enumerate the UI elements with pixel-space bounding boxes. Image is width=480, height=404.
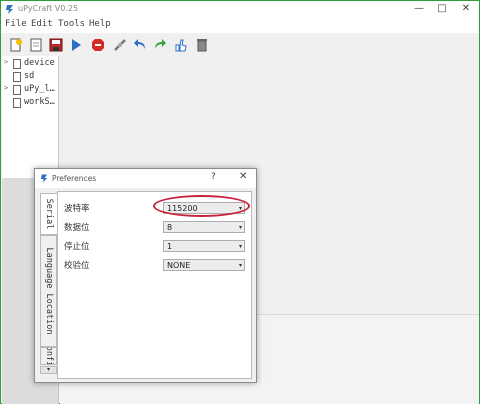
menu-bar: File Edit Tools Help (1, 18, 479, 33)
dialog-close-button[interactable]: ✕ (239, 171, 247, 182)
chevron-down-icon: ▾ (238, 224, 242, 231)
save-icon[interactable] (48, 37, 64, 53)
annotation-circle (153, 195, 250, 217)
window-title: uPyCraft V0.25 (18, 4, 79, 13)
menu-edit[interactable]: Edit (31, 19, 53, 29)
tree-item-workspace[interactable]: workS… (2, 97, 59, 109)
expand-arrow-icon[interactable]: > (4, 58, 8, 66)
serial-settings-panel: 波特率 115200 ▾ 数据位 8 ▾ 停止位 1 ▾ 校验位 NONE ▾ (57, 191, 252, 379)
tree-item-label: device (24, 58, 55, 68)
download-run-icon[interactable] (68, 37, 84, 53)
tab-label: Config (43, 347, 54, 365)
data-bits-select[interactable]: 8 ▾ (163, 221, 245, 233)
chevron-down-icon: ▾ (238, 243, 242, 250)
vertical-tab-bar: Serial Language Location Config (40, 191, 57, 379)
help-button[interactable]: ? (211, 172, 216, 182)
tab-config[interactable]: Config (40, 347, 57, 365)
menu-tools[interactable]: Tools (58, 19, 85, 29)
file-icon (13, 98, 21, 108)
tree-item-device[interactable]: > device (2, 58, 59, 70)
stop-bits-value: 1 (167, 242, 173, 251)
tree-item-upy-lib[interactable]: > uPy_l… (2, 84, 59, 96)
app-logo-icon (6, 5, 13, 14)
baud-rate-label: 波特率 (64, 204, 90, 214)
tab-language-location[interactable]: Language Location (40, 235, 57, 347)
file-icon (13, 72, 21, 82)
minimize-button[interactable]: — (409, 2, 429, 16)
syntax-check-icon[interactable] (173, 37, 189, 53)
parity-value: NONE (167, 261, 191, 270)
dialog-title: Preferences (52, 174, 97, 183)
tree-item-label: uPy_l… (24, 84, 55, 94)
stop-bits-label: 停止位 (64, 242, 90, 252)
tab-serial[interactable]: Serial (40, 193, 57, 235)
dialog-title-bar: Preferences ? ✕ (35, 169, 256, 188)
expand-arrow-icon[interactable]: > (4, 84, 8, 92)
undo-icon[interactable] (132, 37, 148, 53)
file-tree: > device sd > uPy_l… workS… (2, 56, 59, 178)
parity-label: 校验位 (64, 261, 90, 271)
data-bits-value: 8 (167, 223, 173, 232)
chevron-down-icon: ▾ (238, 262, 242, 269)
menu-help[interactable]: Help (89, 19, 111, 29)
close-button[interactable]: ✕ (456, 2, 476, 16)
menu-file[interactable]: File (5, 19, 27, 29)
file-icon (13, 85, 21, 95)
data-bits-label: 数据位 (64, 223, 90, 233)
tab-label: Serial (44, 198, 54, 230)
maximize-button[interactable]: □ (432, 2, 452, 16)
file-icon (13, 59, 21, 69)
tree-item-label: workS… (24, 97, 55, 107)
stop-icon[interactable] (90, 37, 106, 53)
title-bar: uPyCraft V0.25 — □ ✕ (1, 1, 479, 18)
new-file-icon[interactable] (8, 37, 24, 53)
toolbar (1, 34, 479, 56)
tab-label: Language Location (43, 247, 54, 335)
clear-icon[interactable] (194, 37, 210, 53)
connect-icon[interactable] (112, 37, 128, 53)
tree-item-label: sd (24, 71, 35, 81)
app-window: uPyCraft V0.25 — □ ✕ File Edit Tools Hel… (0, 0, 480, 404)
redo-icon[interactable] (152, 37, 168, 53)
parity-select[interactable]: NONE ▾ (163, 259, 245, 271)
stop-bits-select[interactable]: 1 ▾ (163, 240, 245, 252)
app-logo-icon (40, 174, 48, 183)
open-file-icon[interactable] (28, 37, 44, 53)
tab-scroll-down-icon[interactable]: ▾ (40, 366, 57, 374)
tree-item-sd[interactable]: sd (2, 71, 59, 83)
